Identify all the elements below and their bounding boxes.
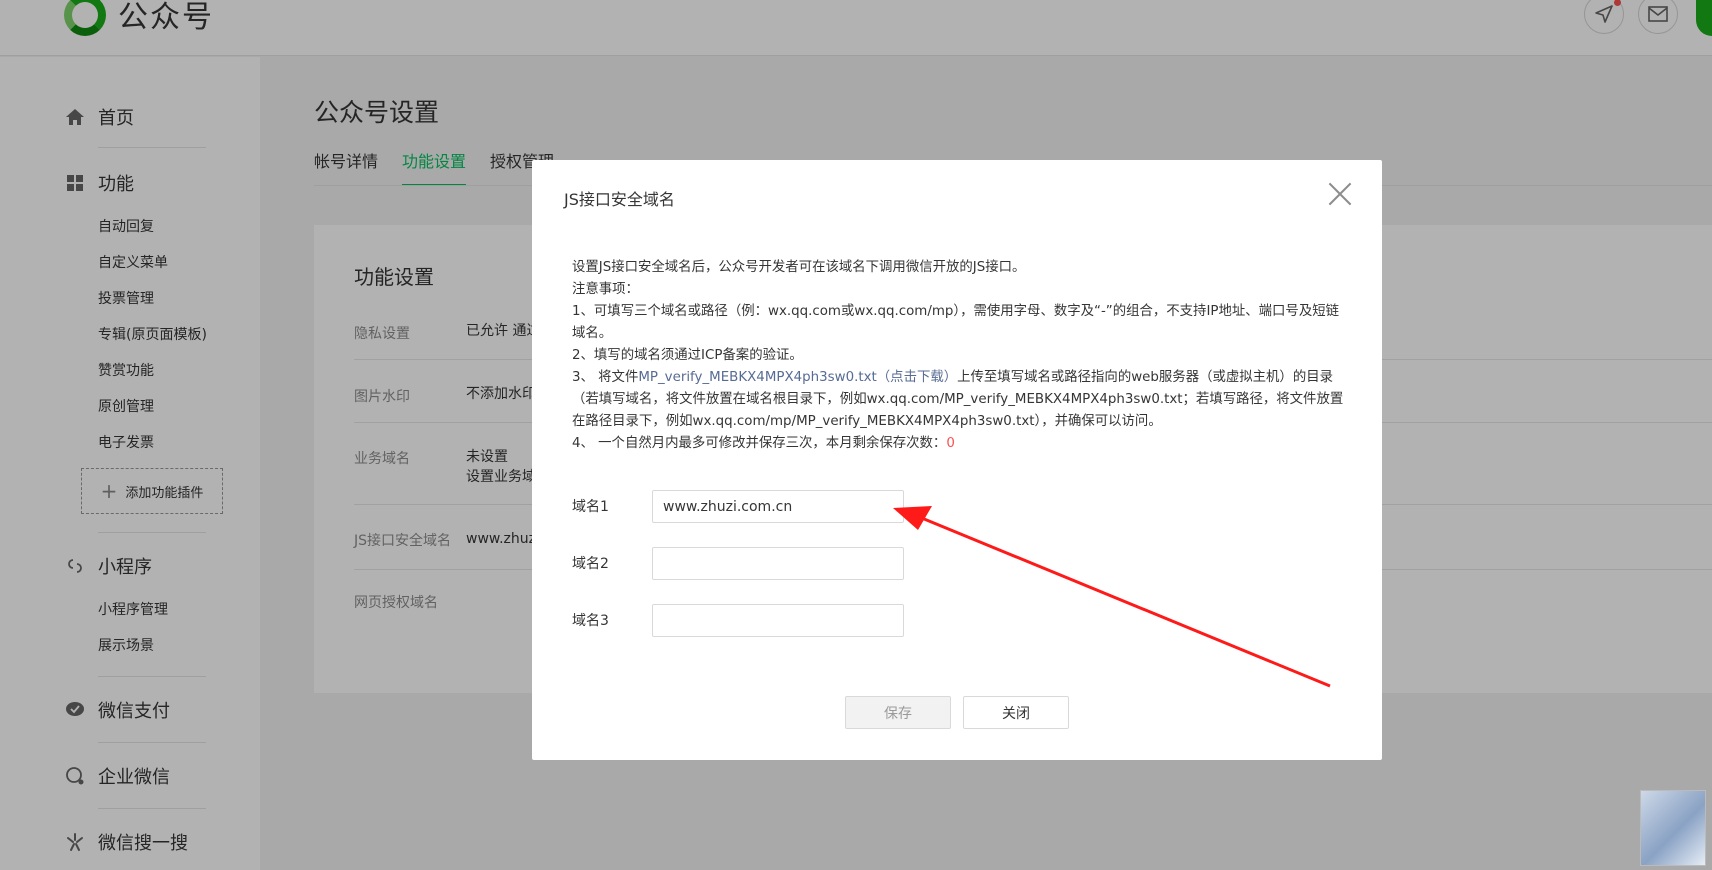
close-icon[interactable] [1328,182,1352,206]
domain-2-input[interactable] [652,547,904,580]
domain-1-label: 域名1 [572,499,609,515]
dialog-title: JS接口安全域名 [564,190,675,209]
domain-2-label: 域名2 [572,556,609,572]
intro-text: 设置JS接口安全域名后，公众号开发者可在该域名下调用微信开放的JS接口。 [572,260,1026,275]
dialog-notes: 设置JS接口安全域名后，公众号开发者可在该域名下调用微信开放的JS接口。 注意事… [572,257,1352,455]
corner-thumbnail [1640,790,1706,866]
note-3-prefix: 3、 将文件 [572,370,639,385]
notes-heading: 注意事项： [572,282,639,297]
note-3: 3、 将文件MP_verify_MEBKX4MPX4ph3sw0.txt（点击下… [572,367,1352,433]
note-4: 4、 一个自然月内最多可修改并保存三次，本月剩余保存次数：0 [572,433,1352,455]
close-button[interactable]: 关闭 [963,696,1069,729]
note-1: 1、可填写三个域名或路径（例：wx.qq.com或wx.qq.com/mp），需… [572,304,1339,341]
js-domain-dialog: JS接口安全域名 设置JS接口安全域名后，公众号开发者可在该域名下调用微信开放的… [532,160,1382,760]
save-button[interactable]: 保存 [845,696,951,729]
note-4-text: 4、 一个自然月内最多可修改并保存三次，本月剩余保存次数： [572,436,947,451]
domain-3-input[interactable] [652,604,904,637]
domain-3-label: 域名3 [572,613,609,629]
verify-file-download-link[interactable]: MP_verify_MEBKX4MPX4ph3sw0.txt（点击下载） [638,370,957,385]
note-2: 2、填写的域名须通过ICP备案的验证。 [572,348,803,363]
domain-1-input[interactable] [652,490,904,523]
remaining-count: 0 [946,436,955,451]
